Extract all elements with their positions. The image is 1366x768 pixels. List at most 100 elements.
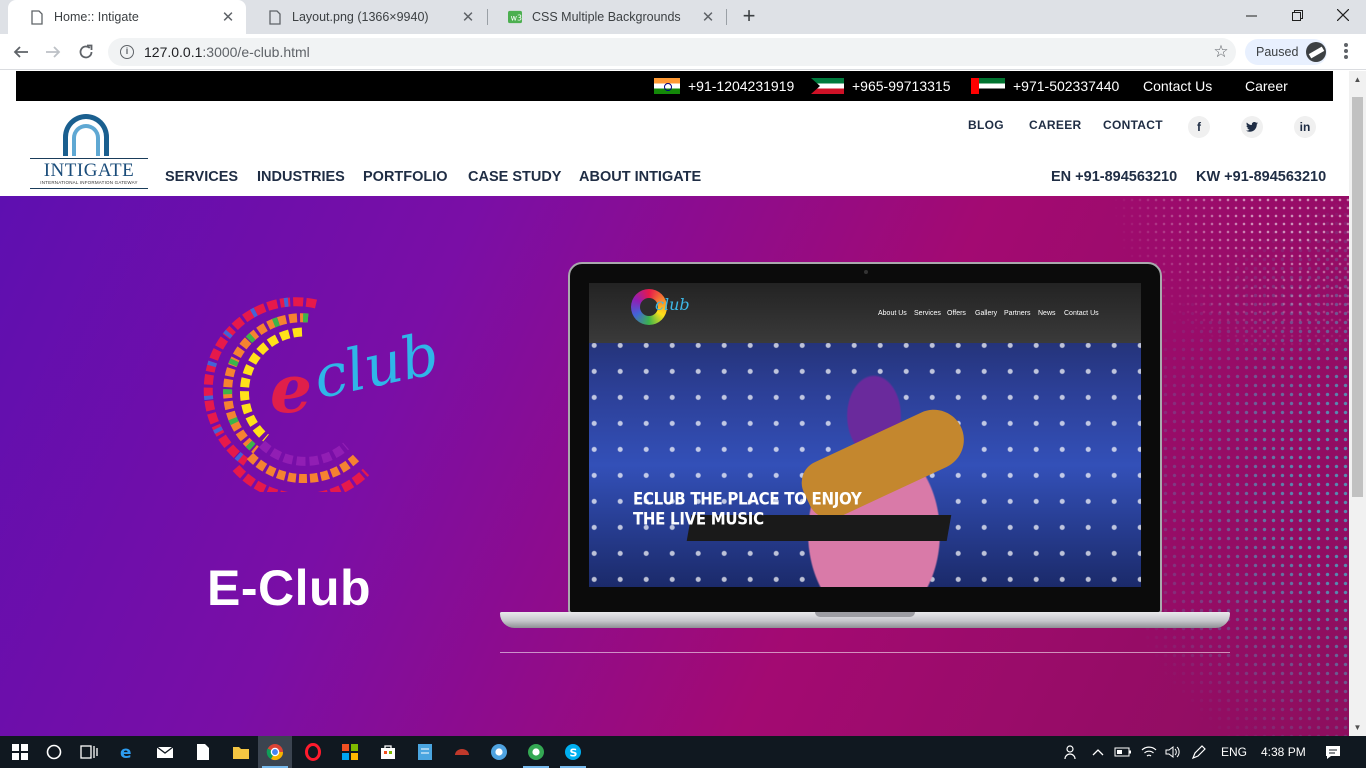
phone-india[interactable]: +91-1204231919: [654, 71, 794, 101]
wifi-icon[interactable]: [1136, 736, 1162, 768]
tab-layout-png[interactable]: Layout.png (1366×9940) ✕: [246, 0, 486, 34]
people-icon[interactable]: [1055, 736, 1089, 768]
screen-nav-item: Gallery: [975, 310, 998, 317]
close-icon[interactable]: ✕: [218, 8, 238, 26]
language-indicator[interactable]: ENG: [1221, 736, 1247, 768]
screen-nav-item: Partners: [1004, 310, 1031, 317]
store-icon[interactable]: [371, 736, 405, 768]
info-icon[interactable]: i: [120, 45, 134, 59]
page-scrollbar[interactable]: ▲ ▼: [1349, 71, 1366, 736]
new-tab-button[interactable]: +: [737, 5, 761, 29]
chrome-canary-icon[interactable]: [482, 736, 516, 768]
tab-title: CSS Multiple Backgrounds: [532, 10, 681, 24]
profile-status: Paused: [1256, 45, 1299, 59]
nav-case-study[interactable]: CASE STUDY: [468, 169, 561, 185]
page-icon: [268, 9, 282, 25]
notifications-icon[interactable]: [1316, 736, 1350, 768]
search-circle-icon[interactable]: [37, 736, 71, 768]
windows-taskbar: e S ENG 4:38 PM: [0, 736, 1366, 768]
close-window-icon[interactable]: [1320, 0, 1366, 30]
clock[interactable]: 4:38 PM: [1261, 736, 1306, 768]
screen-nav-item: Services: [914, 310, 941, 317]
career-link[interactable]: Career: [1245, 71, 1288, 101]
phone-uae-text: +971-502337440: [1013, 78, 1120, 94]
forward-arrow-icon[interactable]: [40, 39, 66, 65]
eclub-logo-text: club: [308, 319, 445, 412]
bookmark-star-icon[interactable]: ☆: [1208, 42, 1234, 62]
restore-icon[interactable]: [1274, 0, 1320, 30]
task-view-icon[interactable]: [72, 736, 106, 768]
profile-paused-button[interactable]: Paused: [1245, 39, 1327, 65]
screen-headline: ECLUB THE PLACE TO ENJOY THE LIVE MUSIC: [633, 489, 862, 529]
opera-icon[interactable]: [296, 736, 330, 768]
hero-banner: e club E-Club club About Us Services Off…: [0, 196, 1349, 736]
phone-en[interactable]: EN +91-894563210: [1051, 169, 1177, 185]
close-icon[interactable]: ✕: [698, 8, 718, 26]
nav-career[interactable]: CAREER: [1029, 118, 1081, 132]
reload-icon[interactable]: [73, 39, 99, 65]
scroll-up-icon[interactable]: ▲: [1349, 71, 1366, 88]
chrome-profile-icon[interactable]: [519, 736, 553, 768]
mail-icon[interactable]: [148, 736, 182, 768]
volume-icon[interactable]: [1160, 736, 1186, 768]
tab-home-intigate[interactable]: Home:: Intigate ✕: [8, 0, 246, 34]
contact-top-bar: +91-1204231919 +965-99713315 +971-502337…: [16, 71, 1333, 101]
india-flag-icon: [654, 78, 680, 94]
pen-icon[interactable]: [1186, 736, 1212, 768]
battery-icon[interactable]: [1110, 736, 1136, 768]
nav-contact[interactable]: CONTACT: [1103, 118, 1163, 132]
kuwait-flag-icon: [811, 78, 844, 94]
nav-portfolio[interactable]: PORTFOLIO: [363, 169, 448, 185]
phone-uae[interactable]: +971-502337440: [971, 71, 1119, 101]
screen-nav-item: Offers: [947, 310, 966, 317]
address-bar[interactable]: i 127.0.0.1:3000/e-club.html ☆: [108, 38, 1236, 66]
url-host: 127.0.0.1: [144, 44, 203, 60]
eclub-logo-letter: e: [270, 350, 312, 428]
windows-start-icon[interactable]: [3, 736, 37, 768]
file-icon[interactable]: [186, 736, 220, 768]
phone-kw[interactable]: KW +91-894563210: [1196, 169, 1326, 185]
edge-icon[interactable]: e: [110, 736, 144, 768]
twitter-icon[interactable]: [1241, 116, 1263, 138]
skype-icon[interactable]: S: [556, 736, 590, 768]
phone-kuwait[interactable]: +965-99713315: [811, 71, 951, 101]
svg-text:S: S: [570, 747, 578, 760]
menu-icon[interactable]: [1337, 42, 1355, 62]
logo-name: INTIGATE: [43, 160, 135, 181]
nav-industries[interactable]: INDUSTRIES: [257, 169, 345, 185]
laptop-lid: club About Us Services Offers Gallery Pa…: [568, 262, 1162, 614]
avatar: [1306, 42, 1327, 62]
tab-separator: [726, 9, 727, 25]
tab-css-backgrounds[interactable]: w3 CSS Multiple Backgrounds ✕: [486, 0, 726, 34]
app-grid-icon[interactable]: [333, 736, 367, 768]
file-explorer-icon[interactable]: [224, 736, 258, 768]
contact-us-link[interactable]: Contact Us: [1143, 71, 1212, 101]
chevron-up-icon[interactable]: [1085, 736, 1111, 768]
chrome-icon[interactable]: [258, 736, 292, 768]
ruler-icon[interactable]: [445, 736, 479, 768]
nav-services[interactable]: SERVICES: [165, 169, 238, 185]
back-arrow-icon[interactable]: [8, 39, 34, 65]
website-screenshot: club About Us Services Offers Gallery Pa…: [589, 283, 1141, 587]
page-viewport: +91-1204231919 +965-99713315 +971-502337…: [0, 71, 1349, 736]
minimize-icon[interactable]: [1228, 0, 1274, 30]
screen-nav-item: About Us: [878, 310, 907, 317]
logo-rule: [30, 188, 148, 189]
tab-title: Home:: Intigate: [54, 10, 139, 24]
scrollbar-thumb[interactable]: [1352, 97, 1363, 497]
logo-arch-inner: [72, 124, 100, 156]
intigate-logo[interactable]: INTIGATE INTERNATIONAL INFORMATION GATEW…: [30, 114, 148, 190]
nav-about-intigate[interactable]: ABOUT INTIGATE: [579, 169, 701, 185]
svg-text:e: e: [120, 743, 132, 761]
uae-flag-icon: [971, 78, 1005, 94]
nav-blog[interactable]: BLOG: [968, 118, 1004, 132]
linkedin-icon[interactable]: in: [1294, 116, 1316, 138]
page-title: E-Club: [207, 560, 372, 616]
scroll-down-icon[interactable]: ▼: [1349, 719, 1366, 736]
url-text: 127.0.0.1:3000/e-club.html: [144, 44, 1208, 60]
facebook-icon[interactable]: f: [1188, 116, 1210, 138]
browser-tab-bar: Home:: Intigate ✕ Layout.png (1366×9940)…: [0, 0, 1366, 34]
close-icon[interactable]: ✕: [458, 8, 478, 26]
logo-tagline: INTERNATIONAL INFORMATION GATEWAY: [40, 180, 138, 185]
notes-icon[interactable]: [408, 736, 442, 768]
